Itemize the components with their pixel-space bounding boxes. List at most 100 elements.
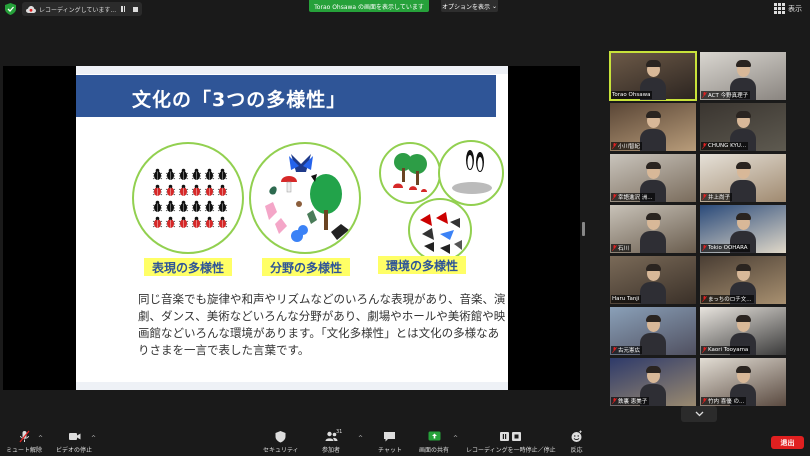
participant-name-tag: ACT 今野真理子 [701, 91, 751, 99]
unmute-button[interactable]: ミュート解除 [6, 430, 42, 454]
microphone-muted-icon [702, 398, 707, 404]
gallery-scroll-down-button[interactable] [681, 406, 717, 422]
reactions-button[interactable]: 反応 [570, 430, 583, 454]
participant-tile[interactable]: Kaori Tooyama [700, 307, 786, 355]
beetle-icon [204, 216, 215, 228]
microphone-muted-icon [612, 143, 617, 149]
chevron-down-icon: ⌄ [491, 2, 498, 10]
participant-video [640, 213, 666, 253]
stop-video-button[interactable]: ビデオの停止 [56, 430, 92, 454]
expression-diversity-circle [132, 142, 244, 254]
security-button[interactable]: セキュリティ [263, 430, 299, 454]
beetle-icon [204, 184, 215, 196]
beetle-icon [217, 216, 228, 228]
share-screen-label: 画面の共有 [419, 447, 450, 454]
beetle-icon [217, 200, 228, 212]
view-options-button[interactable]: オプションを表示 ⌄ [441, 0, 498, 12]
stop-recording-icon[interactable] [133, 6, 138, 12]
unmute-label: ミュート解除 [6, 447, 43, 454]
participant-name: Torao Ohsawa [612, 92, 651, 98]
beetle-icon [165, 184, 176, 196]
beetle-icon [165, 200, 176, 212]
penguin-seal-illustration [452, 150, 492, 194]
participant-name-tag: 幸語進沢 洲... [611, 193, 655, 201]
microphone-muted-icon [702, 296, 707, 302]
participant-name-tag: 石川 [611, 244, 632, 252]
beetle-icon [152, 216, 163, 228]
beetle-icon [191, 216, 202, 228]
participants-count: 31 [336, 429, 343, 435]
pause-recording-icon[interactable] [121, 6, 125, 12]
beetle-icon [152, 200, 163, 212]
meeting-toolbar: ミュート解除 ^ ビデオの停止 ^ セキュリティ 31 参加者 ^ チャット 画… [0, 428, 810, 456]
participant-name: まっちのロチ文... [708, 297, 752, 303]
participant-tile[interactable]: CHUNG KYU... [700, 103, 786, 151]
participant-name-tag: Kaori Tooyama [701, 346, 751, 354]
beetle-icon [178, 216, 189, 228]
participant-name-tag: 竹内 喜優 の... [701, 397, 747, 405]
participants-label: 参加者 [322, 447, 341, 454]
beetle-icon [152, 184, 163, 196]
panel-resize-handle[interactable] [582, 222, 585, 236]
participant-tile[interactable]: ACT 今野真理子 [700, 52, 786, 100]
participant-video [640, 315, 666, 355]
beetle-icon [191, 184, 202, 196]
participant-tile[interactable]: 井上尚子 [700, 154, 786, 202]
participant-name: 古元憲広 [618, 348, 641, 354]
reactions-label: 反応 [570, 447, 583, 454]
participant-video [640, 111, 666, 151]
participant-video [640, 264, 666, 304]
share-screen-button[interactable]: 画面の共有 [419, 430, 449, 454]
participant-tile[interactable]: Tokio OOHARA [700, 205, 786, 253]
participants-button[interactable]: 31 参加者 [322, 429, 343, 454]
security-shield-icon [275, 431, 286, 443]
microphone-muted-icon [702, 143, 707, 149]
chat-button[interactable]: チャット [378, 430, 402, 454]
forest-illustration [393, 153, 427, 192]
participant-tile[interactable]: 古元憲広 [610, 307, 696, 355]
participant-tile[interactable]: 小川智紀 [610, 103, 696, 151]
participant-name-tag: 小川智紀 [611, 142, 643, 150]
microphone-muted-icon [702, 347, 707, 353]
recording-control-button[interactable]: レコーディングを一時停止／停止 [466, 430, 556, 454]
recording-label: レコーディングしています... [39, 6, 117, 14]
participants-options-caret[interactable]: ^ [358, 435, 363, 442]
expression-diversity-label: 表現の多様性 [144, 258, 232, 276]
smiley-icon [571, 430, 582, 442]
audio-options-caret[interactable]: ^ [38, 435, 43, 442]
participant-tile[interactable]: まっちのロチ文... [700, 256, 786, 304]
view-button[interactable]: 表示 [774, 3, 802, 14]
participant-name: 幸語進沢 洲... [618, 195, 653, 201]
participant-name: Haru Tanji [612, 296, 640, 302]
participant-tile[interactable]: Torao Ohsawa [609, 51, 697, 101]
participant-tile[interactable]: 鉄裏 恵美子 [610, 358, 696, 406]
participant-name: Kaori Tooyama [708, 347, 749, 353]
participant-name: 竹内 喜優 の... [708, 399, 745, 405]
participant-name: 井上尚子 [708, 195, 731, 201]
beetle-icon [204, 200, 215, 212]
creatures-illustration [265, 154, 349, 242]
participant-name: ACT 今野真理子 [708, 93, 749, 99]
participant-tile[interactable]: 竹内 喜優 の... [700, 358, 786, 406]
shield-icon[interactable] [5, 3, 16, 15]
recording-control-label: レコーディングを一時停止／停止 [466, 447, 556, 454]
participant-name: Tokio OOHARA [708, 245, 748, 251]
beetle-icon [204, 168, 215, 180]
beetle-icon [191, 168, 202, 180]
participant-name: 小川智紀 [618, 144, 641, 150]
top-bar: レコーディングしています... Torao Ohsawa の画面を表示しています… [0, 0, 810, 18]
participant-name-tag: 井上尚子 [701, 193, 733, 201]
leave-meeting-button[interactable]: 退出 [771, 436, 804, 449]
participant-tile[interactable]: Haru Tanji [610, 256, 696, 304]
beetle-icon [178, 200, 189, 212]
video-options-caret[interactable]: ^ [91, 435, 96, 442]
microphone-muted-icon [612, 398, 617, 404]
chat-label: チャット [378, 447, 402, 454]
recording-indicator[interactable]: レコーディングしています... [22, 2, 142, 16]
participant-tile[interactable]: 石川 [610, 205, 696, 253]
microphone-muted-icon [612, 245, 617, 251]
security-label: セキュリティ [263, 447, 299, 454]
field-diversity-circle [249, 142, 361, 254]
share-options-caret[interactable]: ^ [453, 435, 458, 442]
participant-tile[interactable]: 幸語進沢 洲... [610, 154, 696, 202]
